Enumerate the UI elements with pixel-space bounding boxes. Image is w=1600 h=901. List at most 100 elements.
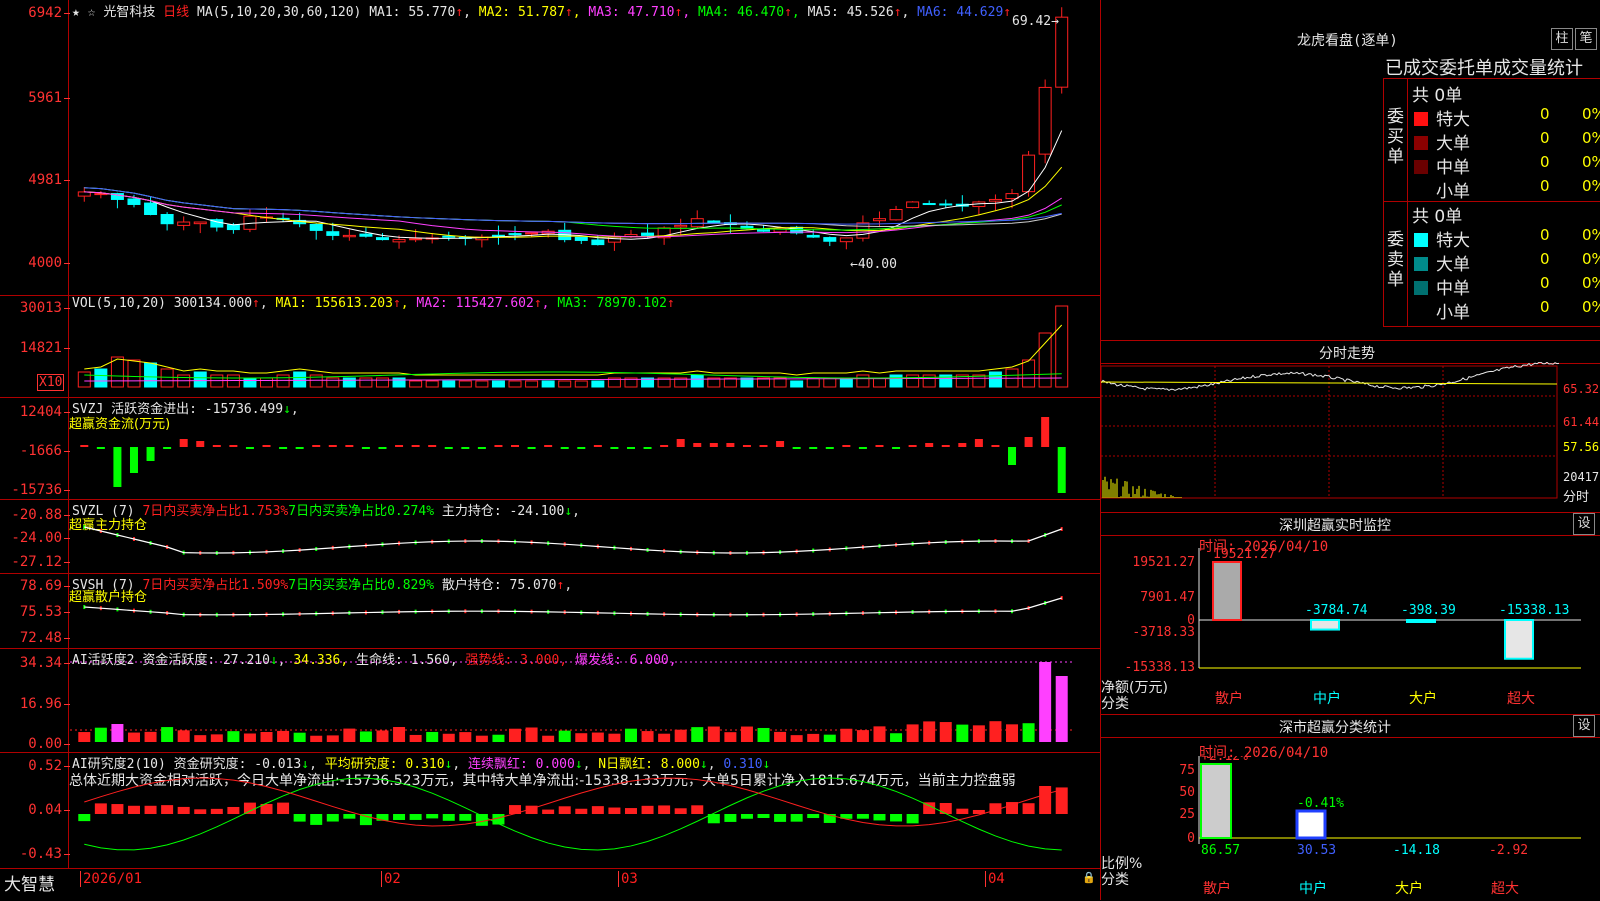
volume-bar xyxy=(160,368,174,388)
activity-bar xyxy=(359,731,372,742)
volume-pane[interactable]: 30013 14821 X10 VOL(5,10,20) 300134.000↑… xyxy=(0,295,1100,398)
flow-bar xyxy=(361,447,370,449)
svzj-pane[interactable]: 12404 -1666 -15736 SVZJ 活跃资金进出: -15736.4… xyxy=(0,397,1100,500)
order-percent: 0% xyxy=(1582,177,1600,195)
candle-body xyxy=(309,223,323,231)
volume-bar xyxy=(77,371,91,388)
intraday-chart[interactable] xyxy=(1101,362,1600,504)
monitor-category: 大户 xyxy=(1409,691,1437,707)
flow-bar xyxy=(1024,437,1033,447)
class-category: 中户 xyxy=(1299,881,1327,897)
class-tick: 25 xyxy=(1179,807,1195,822)
research-bar xyxy=(243,802,256,814)
color-swatch-icon xyxy=(1414,233,1428,247)
flow-bar xyxy=(196,441,205,447)
activity-bar xyxy=(1022,723,1035,742)
research-bar xyxy=(1055,787,1068,814)
count-mode-button[interactable]: 笔 xyxy=(1575,28,1597,50)
bar-mode-button[interactable]: 柱 xyxy=(1551,28,1573,50)
research-bar xyxy=(310,814,323,825)
color-swatch-icon xyxy=(1414,257,1428,271)
ai-activity-pane[interactable]: 34.34 16.96 0.00 AI活跃度2 资金活跃度: 27.210↓, … xyxy=(0,648,1100,753)
flow-bar xyxy=(411,445,420,447)
class-tick: 50 xyxy=(1179,785,1195,800)
activity-bar xyxy=(227,731,240,742)
activity-bar xyxy=(409,734,422,742)
flow-bar xyxy=(245,447,254,449)
volume-bar xyxy=(889,374,903,388)
volume-bar xyxy=(94,368,108,388)
research-bar xyxy=(658,805,671,814)
activity-bar xyxy=(442,733,455,742)
flow-bar xyxy=(179,439,188,447)
candle-body xyxy=(1005,193,1019,200)
activity-bar xyxy=(591,732,604,742)
sz-class-chart: 75 50 25 0 +2.12% -0.41% 86.57 30.53 -14.18 -2.92 xyxy=(1179,756,1581,858)
sz-monitor-settings-button[interactable]: 设 xyxy=(1573,513,1595,535)
research-bar xyxy=(293,814,306,822)
flow-bar xyxy=(328,445,337,447)
candle-body xyxy=(144,202,158,216)
flow-bar xyxy=(693,443,702,447)
research-bar xyxy=(1022,803,1035,814)
flow-bar xyxy=(163,447,172,449)
activity-bar xyxy=(774,731,787,742)
sz-class-settings-button[interactable]: 设 xyxy=(1573,715,1595,737)
research-bar xyxy=(94,803,107,814)
activity-bar xyxy=(376,730,389,742)
order-size-label: 中单 xyxy=(1436,158,1470,178)
fenshi-tick: 65.32 xyxy=(1563,382,1600,396)
activity-bar xyxy=(310,735,323,742)
volume-bar xyxy=(475,380,489,388)
sz-monitor-header: 深圳超赢实时监控 设 xyxy=(1101,512,1600,536)
flow-bar xyxy=(643,447,652,449)
activity-bar xyxy=(293,732,306,742)
research-bar xyxy=(956,808,969,814)
activity-bar xyxy=(923,721,936,742)
ai-research-pane[interactable]: 0.52 0.04 -0.43 AI研究度2(10) 资金研究度: -0.013… xyxy=(0,752,1100,868)
activity-bar xyxy=(575,733,588,742)
candle-body xyxy=(392,239,406,243)
indicator-line xyxy=(84,597,1062,616)
kline-pane[interactable]: 6942 5961 4981 4000 ★ ☆ 光智科技 日线 MA(5,10,… xyxy=(0,0,1100,296)
candlestick-chart[interactable] xyxy=(0,0,1100,295)
candle-body xyxy=(690,218,704,228)
brand-logo[interactable]: 大智慧 xyxy=(4,870,55,895)
svsh-pane[interactable]: 78.69 75.53 72.48 SVSH (7) 7日内买卖净占比1.509… xyxy=(0,573,1100,649)
flow-bar xyxy=(892,447,901,449)
research-bar xyxy=(194,809,207,814)
activity-bar xyxy=(624,728,637,742)
order-size-label: 大单 xyxy=(1436,255,1470,275)
svzl-line xyxy=(83,525,1063,555)
volume-bar xyxy=(144,362,158,388)
flow-bar xyxy=(444,447,453,449)
flow-bar xyxy=(279,447,288,449)
monitor-value: -15338.13 xyxy=(1499,603,1569,618)
activity-bar xyxy=(1055,676,1068,742)
class-category: 大户 xyxy=(1395,881,1423,897)
class-bar xyxy=(1200,763,1232,839)
candle-body xyxy=(491,234,505,237)
lock-icon[interactable]: 🔒 xyxy=(1082,871,1096,884)
flow-bar xyxy=(809,447,818,449)
activity-bar xyxy=(243,733,256,742)
class-bar xyxy=(1295,809,1327,840)
candle-body xyxy=(442,235,456,238)
fenshi-header: 分时走势 xyxy=(1101,340,1600,364)
order-count: 0 xyxy=(1540,298,1550,316)
flow-bar xyxy=(560,447,569,449)
candle-body xyxy=(806,234,820,238)
candle-body xyxy=(1022,154,1036,193)
research-bar xyxy=(757,814,770,819)
volume-bar xyxy=(1022,359,1036,388)
flow-bar xyxy=(494,445,503,447)
flow-bar xyxy=(1008,447,1017,465)
activity-bar xyxy=(426,731,439,742)
order-row: 小单 0 0% xyxy=(1410,177,1600,202)
candle-body xyxy=(591,239,605,246)
svzl-pane[interactable]: -20.88 -24.00 -27.12 SVZL (7) 7日内买卖净占比1.… xyxy=(0,499,1100,574)
activity-bar xyxy=(161,727,174,742)
sz-monitor-title: 深圳超赢实时监控 xyxy=(1279,518,1391,534)
activity-bar xyxy=(658,733,671,742)
activity-bar xyxy=(724,732,737,742)
